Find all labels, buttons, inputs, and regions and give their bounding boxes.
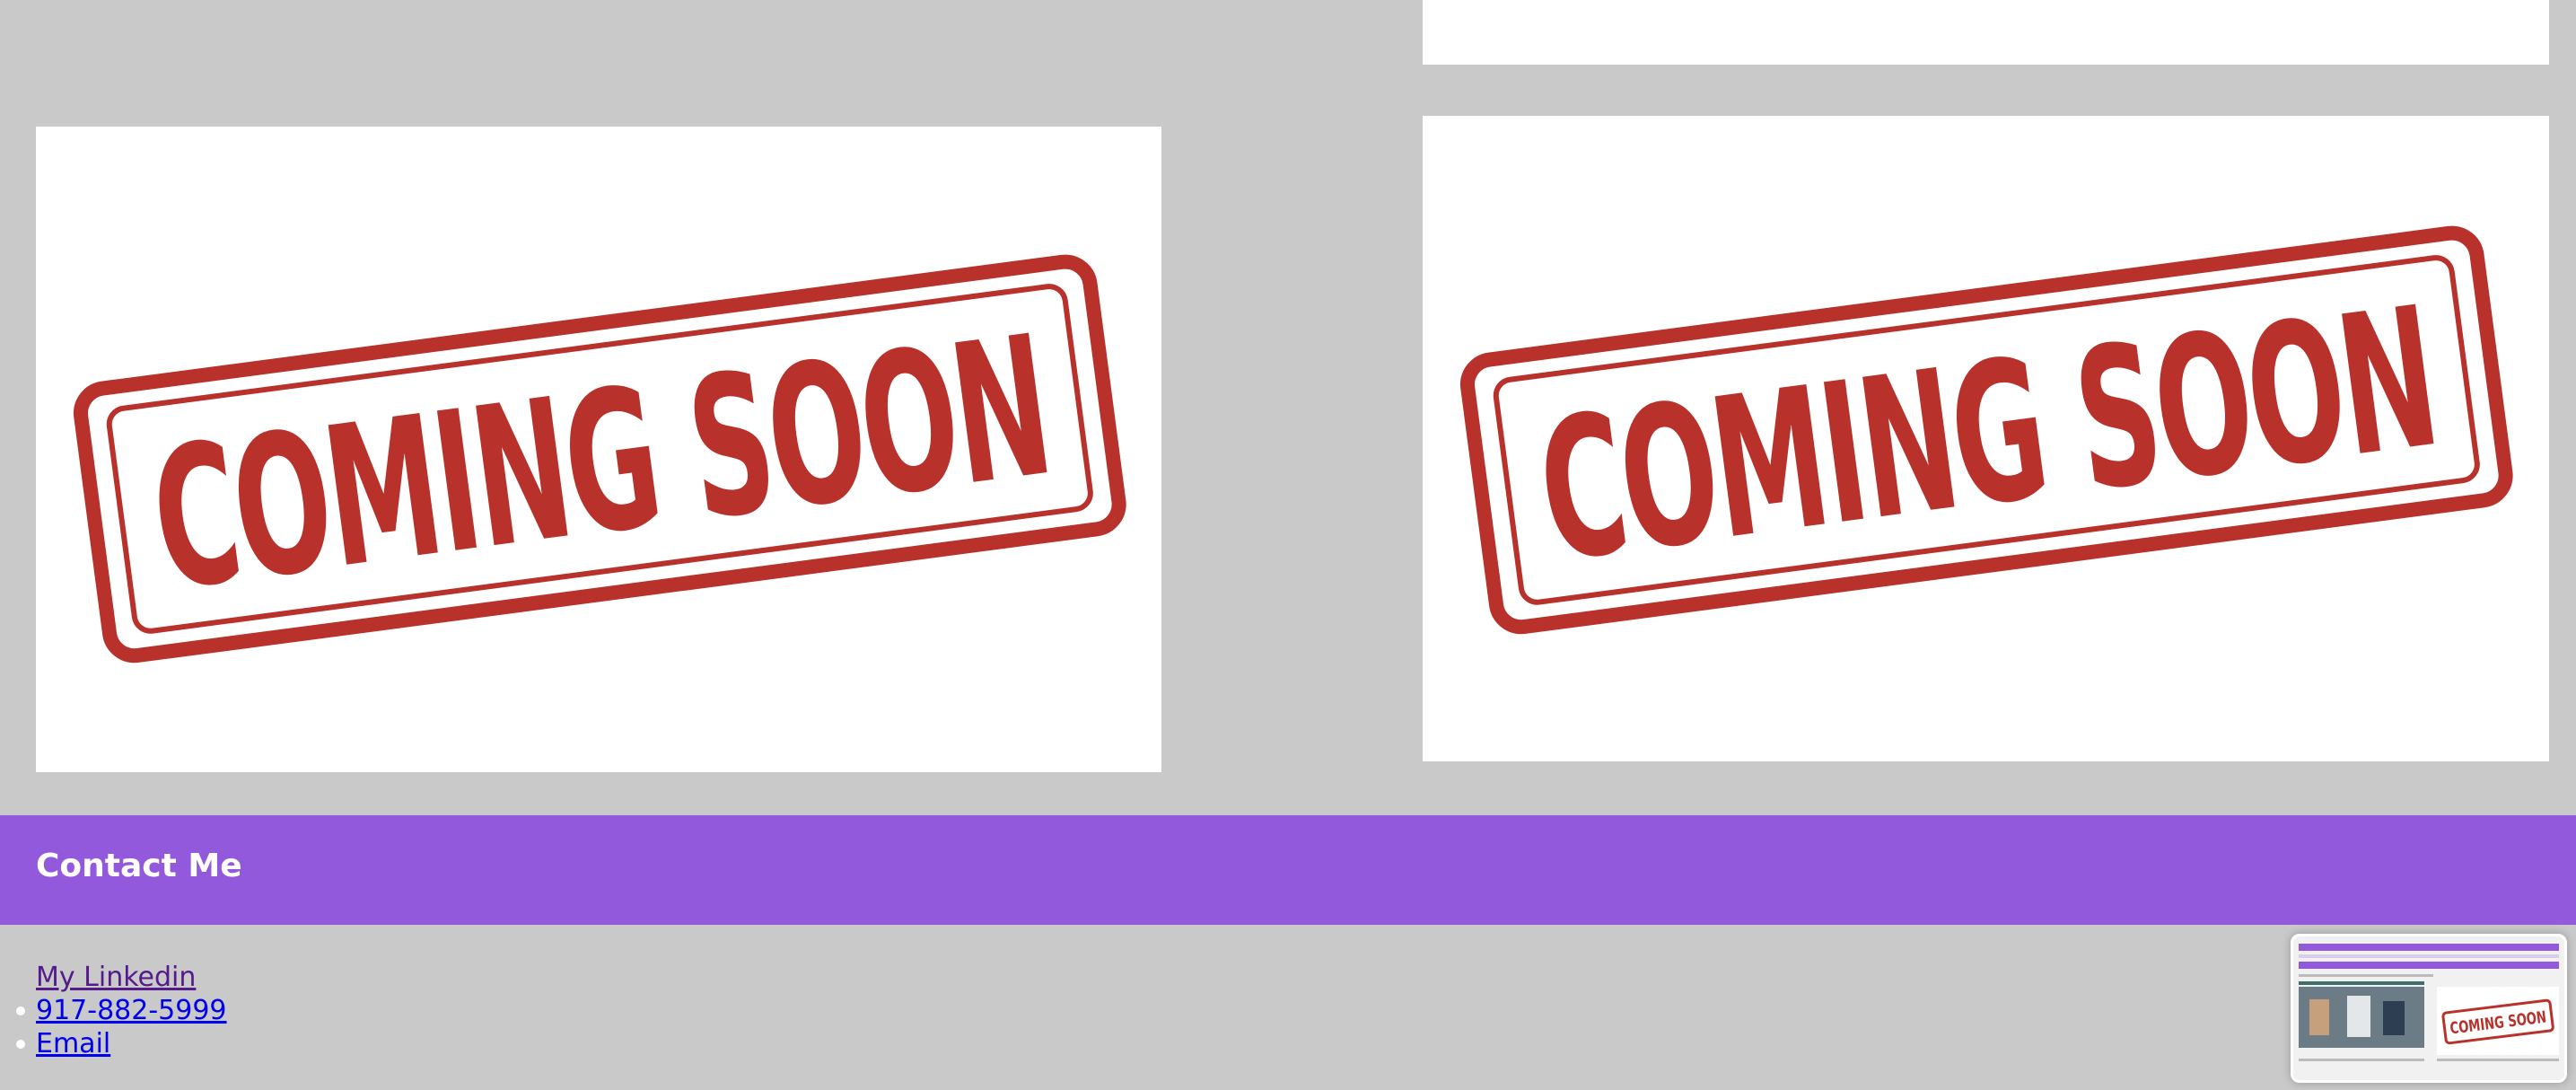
- contact-links-list: My Linkedin 917-882-5999 Email: [16, 961, 227, 1060]
- project-card-top-right: [1423, 0, 2549, 65]
- contact-title: Contact Me: [36, 848, 242, 884]
- project-card-coming-soon-left[interactable]: COMING SOON: [36, 127, 1161, 772]
- list-item: 917-882-5999: [16, 994, 227, 1027]
- linkedin-link[interactable]: My Linkedin: [36, 962, 196, 993]
- page: COMING SOON COMING SOON Contact Me My Li…: [0, 0, 2576, 1090]
- list-item: Email: [16, 1027, 227, 1060]
- page-preview-thumbnail[interactable]: COMING SOON: [2291, 934, 2567, 1083]
- phone-link[interactable]: 917-882-5999: [36, 995, 227, 1026]
- email-link[interactable]: Email: [36, 1028, 110, 1059]
- list-item: My Linkedin: [36, 961, 227, 994]
- contact-header-bar: Contact Me: [0, 815, 2576, 925]
- project-card-coming-soon-right[interactable]: COMING SOON: [1423, 116, 2549, 761]
- thumbnail-preview-image: COMING SOON: [2293, 936, 2564, 1080]
- contact-footer: My Linkedin 917-882-5999 Email: [0, 925, 2576, 1090]
- coming-soon-stamp-image: COMING SOON: [73, 254, 1126, 664]
- coming-soon-stamp-image: COMING SOON: [1459, 225, 2513, 635]
